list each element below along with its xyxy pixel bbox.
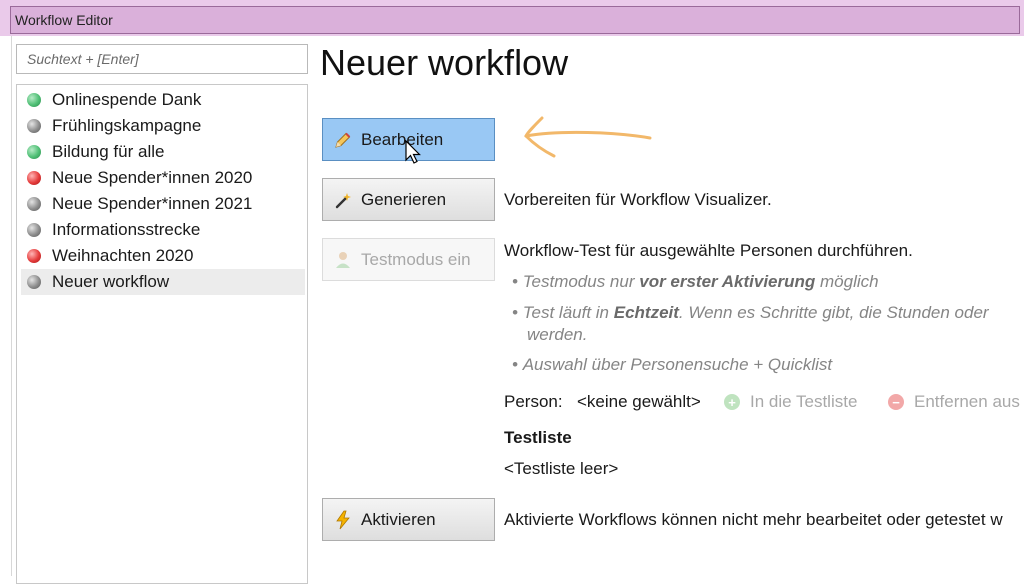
wand-icon: [335, 192, 351, 208]
title-bar-inner: Workflow Editor: [10, 6, 1020, 34]
bullet-realtime-line2: werden.: [527, 325, 588, 344]
bullet-realtime: • Test läuft in Echtzeit. Wenn es Schrit…: [512, 303, 989, 322]
status-dot-grey-icon: [27, 119, 41, 133]
person-icon: [336, 251, 350, 268]
bullet-testmode: • Testmodus nur vor erster Aktivierung m…: [512, 272, 879, 291]
remove-from-testlist-label: Entfernen aus: [914, 392, 1020, 411]
activate-button-label: Aktivieren: [361, 509, 436, 529]
workflow-item-label: Weihnachten 2020: [52, 246, 194, 265]
remove-from-testlist-link[interactable]: − Entfernen aus: [888, 392, 1020, 412]
status-dot-green-icon: [27, 93, 41, 107]
status-dot-grey-icon: [27, 197, 41, 211]
test-description: Workflow-Test für ausgewählte Personen d…: [504, 241, 913, 260]
workflow-item-selected[interactable]: Neuer workflow: [21, 269, 305, 295]
add-to-testlist-label: In die Testliste: [750, 392, 858, 411]
generate-button-label: Generieren: [361, 189, 447, 209]
window-left-frame: [0, 36, 12, 576]
generate-button[interactable]: Generieren: [322, 178, 495, 221]
bullet-selection: • Auswahl über Personensuche + Quicklist: [512, 355, 833, 374]
workflow-item[interactable]: Informationsstrecke: [21, 217, 305, 243]
status-dot-grey-icon: [27, 223, 41, 237]
activate-description: Aktivierte Workflows können nicht mehr b…: [504, 510, 1003, 529]
edit-button-label: Bearbeiten: [361, 129, 444, 149]
workflow-item-label: Informationsstrecke: [52, 220, 201, 239]
workflow-item[interactable]: Neue Spender*innen 2021: [21, 191, 305, 217]
mouse-cursor-icon: [405, 140, 421, 164]
status-dot-red-icon: [27, 171, 41, 185]
workflow-list[interactable]: Onlinespende Dank Frühlingskampagne Bild…: [16, 84, 308, 584]
testmode-button-label: Testmodus ein: [361, 249, 471, 269]
pencil-icon: [335, 132, 351, 148]
search-input[interactable]: [16, 44, 308, 74]
workflow-item[interactable]: Weihnachten 2020: [21, 243, 305, 269]
workflow-item[interactable]: Frühlingskampagne: [21, 113, 305, 139]
add-to-testlist-link[interactable]: + In die Testliste: [724, 392, 857, 412]
workflow-item-label: Onlinespende Dank: [52, 90, 202, 109]
workflow-item[interactable]: Bildung für alle: [21, 139, 305, 165]
lightning-icon: [336, 510, 350, 529]
workflow-item[interactable]: Neue Spender*innen 2020: [21, 165, 305, 191]
page-title: Neuer workflow: [320, 42, 569, 83]
generate-description: Vorbereiten für Workflow Visualizer.: [504, 190, 772, 209]
workflow-item-label: Neue Spender*innen 2020: [52, 168, 253, 187]
testmode-button[interactable]: Testmodus ein: [322, 238, 495, 281]
workflow-item[interactable]: Onlinespende Dank: [21, 87, 305, 113]
workflow-item-label: Neuer workflow: [52, 272, 170, 291]
testlist-heading: Testliste: [504, 428, 572, 447]
annotation-arrow-icon: [524, 116, 652, 158]
title-bar: Workflow Editor: [0, 0, 1024, 36]
plus-circle-icon: +: [724, 394, 740, 410]
person-label: Person:: [504, 392, 563, 411]
status-dot-grey-icon: [27, 275, 41, 289]
window-title: Workflow Editor: [15, 12, 113, 28]
activate-button[interactable]: Aktivieren: [322, 498, 495, 541]
status-dot-green-icon: [27, 145, 41, 159]
person-value: <keine gewählt>: [577, 392, 701, 411]
status-dot-red-icon: [27, 249, 41, 263]
minus-circle-icon: −: [888, 394, 904, 410]
workflow-item-label: Bildung für alle: [52, 142, 165, 161]
workflow-item-label: Neue Spender*innen 2021: [52, 194, 253, 213]
testlist-empty: <Testliste leer>: [504, 459, 619, 478]
workflow-item-label: Frühlingskampagne: [52, 116, 202, 135]
